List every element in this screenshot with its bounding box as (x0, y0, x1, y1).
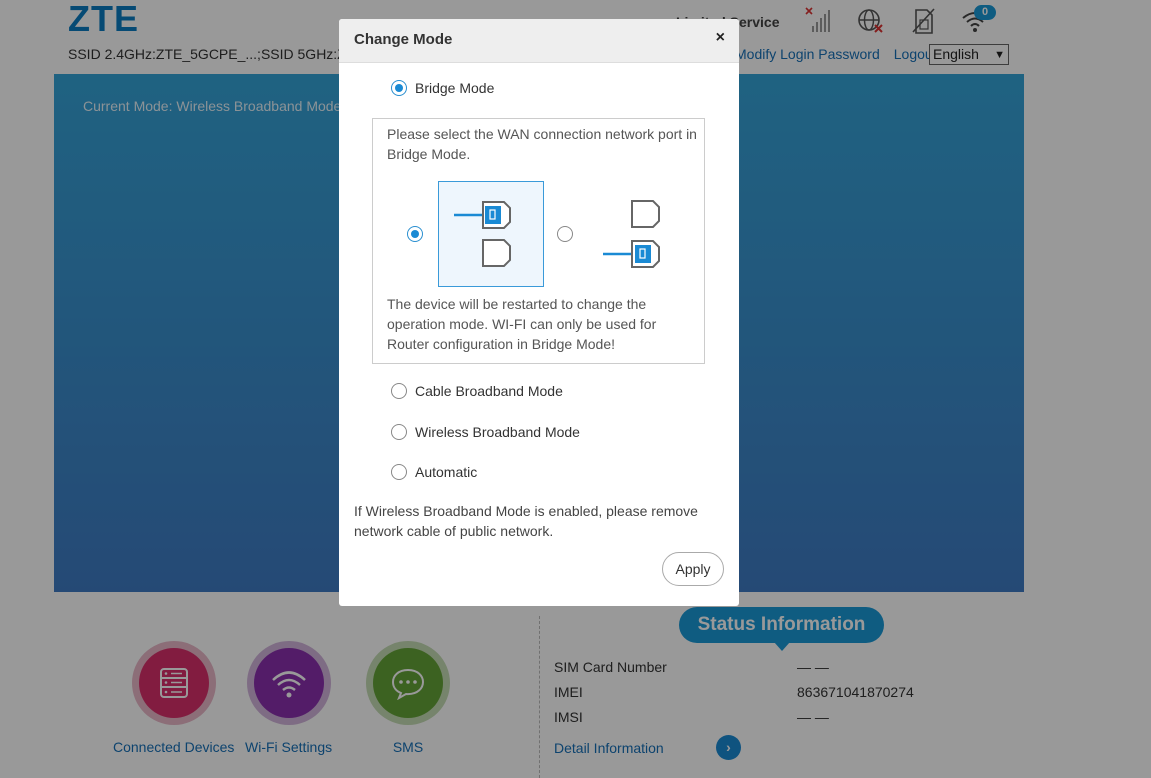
close-icon[interactable]: × (716, 29, 725, 47)
ethernet-port-icon (454, 201, 511, 267)
bridge-prompt-text: Please select the WAN connection network… (387, 126, 697, 162)
radio-label: Automatic (415, 464, 478, 480)
port-option-lower[interactable] (591, 181, 697, 287)
apply-button[interactable]: Apply (662, 552, 724, 586)
ethernet-port-icon (603, 200, 660, 268)
dialog-title: Change Mode (354, 31, 453, 48)
wireless-mode-note: If Wireless Broadband Mode is enabled, p… (354, 503, 698, 539)
radio-automatic[interactable]: Automatic (391, 464, 477, 480)
radio-cable-broadband[interactable]: Cable Broadband Mode (391, 383, 563, 399)
radio-label: Wireless Broadband Mode (415, 424, 580, 440)
radio-wireless-broadband[interactable]: Wireless Broadband Mode (391, 424, 580, 440)
radio-button[interactable] (391, 464, 407, 480)
radio-bridge-mode[interactable]: Bridge Mode (391, 80, 494, 96)
radio-label: Cable Broadband Mode (415, 383, 563, 399)
radio-label: Bridge Mode (415, 80, 495, 96)
radio-button[interactable] (391, 424, 407, 440)
radio-port-upper[interactable] (407, 226, 423, 242)
port-option-upper[interactable] (438, 181, 544, 287)
radio-button-checked[interactable] (391, 80, 407, 96)
radio-port-lower[interactable] (557, 226, 573, 242)
change-mode-dialog: Change Mode × Bridge Mode Please select … (339, 19, 739, 606)
radio-button[interactable] (391, 383, 407, 399)
bridge-port-panel: Please select the WAN connection network… (372, 118, 705, 364)
dialog-header: Change Mode × (339, 19, 739, 63)
bridge-warning-text: The device will be restarted to change t… (387, 296, 657, 352)
